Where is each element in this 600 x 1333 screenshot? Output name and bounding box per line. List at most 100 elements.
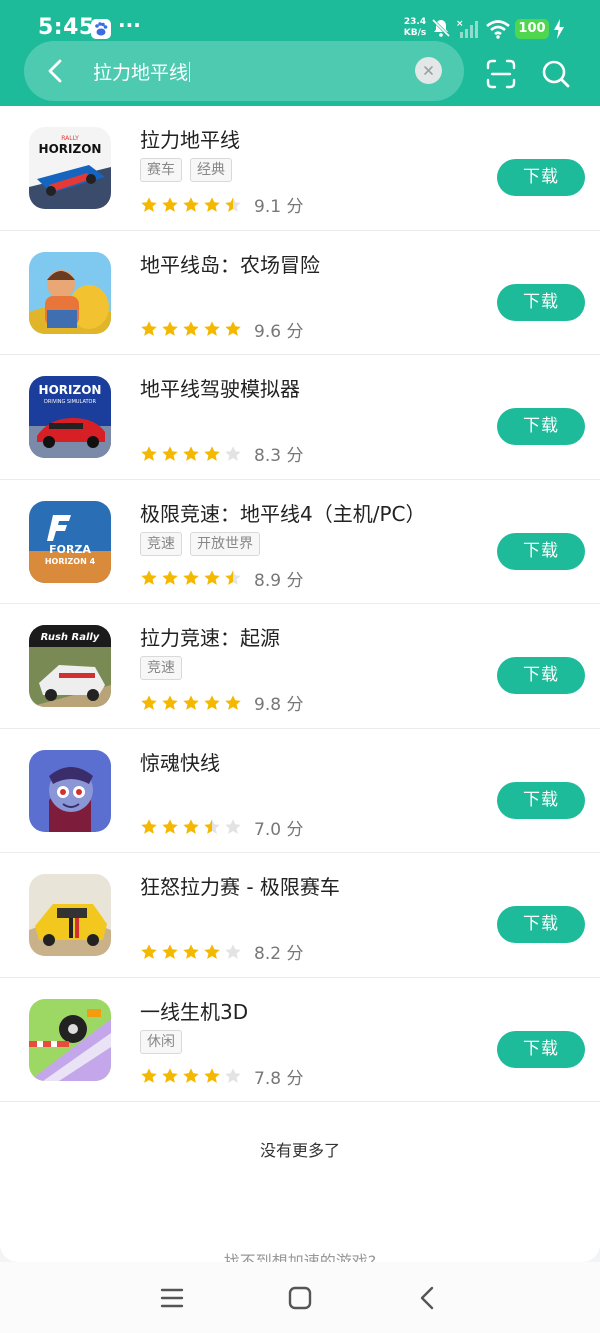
search-bar[interactable] (24, 41, 464, 101)
app-name[interactable]: 地平线岛：农场冒险 (140, 249, 320, 278)
app-name[interactable]: 地平线驾驶模拟器 (140, 373, 300, 402)
horizon-driving-icon[interactable]: HORIZON DRIVING SIMULATOR (29, 376, 111, 458)
rating-stars (140, 569, 242, 587)
app-row[interactable]: 狂怒拉力赛 - 极限赛车 8.2 分 下载 (0, 853, 600, 978)
missing-game-hint[interactable]: 找不到想加速的游戏? (0, 1248, 600, 1262)
horizon-rally-icon[interactable]: HORIZON RALLY (29, 127, 111, 209)
app-row[interactable]: FORZA HORIZON 4 极限竞速：地平线4（主机/PC） 竞速 开放世界 8… (0, 480, 600, 604)
download-button[interactable]: 下载 (497, 906, 585, 943)
rating-star-icon (225, 445, 241, 461)
rating-star-icon (225, 819, 241, 834)
rating-star-icon (162, 570, 178, 585)
charging-icon (554, 19, 564, 39)
app-tag: 经典 (190, 158, 232, 182)
rating-star-icon (162, 445, 178, 461)
app-rating: 9.8 分 (140, 690, 303, 715)
app-row[interactable]: 地平线岛：农场冒险 9.6 分 下载 (0, 231, 600, 355)
app-name[interactable]: 惊魂快线 (140, 747, 220, 776)
rating-stars (140, 943, 242, 961)
rating-star-icon (183, 1068, 199, 1083)
rating-star-icon (162, 943, 178, 959)
net-speed: 23.4 KB/s (400, 17, 430, 39)
rating-star-icon (204, 694, 220, 710)
app-tag: 开放世界 (190, 531, 260, 556)
svg-text:FORZA: FORZA (49, 543, 91, 556)
svg-text:DRIVING SIMULATOR: DRIVING SIMULATOR (44, 399, 96, 405)
app-row[interactable]: Rush Rally 拉力竞速：起源 竞速 9.8 分 下载 (0, 604, 600, 729)
app-tag: 竞速 (140, 531, 182, 556)
no-more-text: 没有更多了 (259, 1141, 340, 1160)
app-tag: 休闲 (140, 1029, 182, 1054)
svg-text:HORIZON 4: HORIZON 4 (45, 557, 96, 566)
tire-road-icon[interactable] (29, 998, 111, 1081)
app-score: 9.8 分 (254, 695, 304, 715)
download-button[interactable]: 下载 (497, 408, 585, 445)
rating-stars (140, 445, 242, 463)
back-arrow-icon[interactable] (40, 55, 72, 87)
app-row[interactable]: HORIZON RALLY 拉力地平线 赛车 经典 9.1 分 下载 (0, 106, 600, 231)
header: 5:45 ··· 23.4 KB/s × 100 拉力地平线 (0, 0, 600, 106)
search-input[interactable]: 拉力地平线 (93, 58, 191, 85)
nav-back-icon[interactable] (414, 1284, 442, 1312)
rating-star-icon (225, 694, 241, 710)
app-name[interactable]: 一线生机3D (140, 996, 248, 1025)
rating-star-icon (183, 445, 199, 461)
app-score: 8.9 分 (254, 570, 304, 591)
svg-text:×: × (456, 19, 464, 29)
download-button[interactable]: 下载 (497, 159, 585, 196)
farm-adventure-icon[interactable] (29, 251, 111, 334)
rating-stars (140, 1067, 242, 1085)
rating-star-icon (204, 943, 220, 959)
rating-star-icon (141, 196, 157, 212)
rating-star-icon (183, 943, 199, 959)
download-button[interactable]: 下载 (497, 781, 585, 819)
rating-star-icon (162, 694, 178, 710)
net-speed-value: 23.4 (403, 17, 427, 27)
app-name[interactable]: 极限竞速：地平线4（主机/PC） (140, 498, 426, 527)
app-rating: 7.0 分 (140, 815, 303, 840)
menu-icon[interactable] (158, 1284, 186, 1312)
app-rating: 9.1 分 (140, 192, 303, 217)
rating-star-icon (183, 321, 199, 336)
app-name[interactable]: 拉力地平线 (140, 124, 240, 153)
download-button[interactable]: 下载 (497, 1030, 585, 1068)
rating-star-icon (225, 321, 241, 336)
more-notifications-icon: ··· (118, 13, 141, 37)
app-score: 8.3 分 (254, 446, 304, 466)
app-rating: 8.3 分 (140, 441, 303, 466)
rating-star-icon (183, 694, 199, 710)
search-icon[interactable] (541, 59, 571, 89)
rating-stars (140, 196, 242, 214)
app-tags: 赛车 经典 (140, 158, 232, 182)
search-query: 拉力地平线 (93, 62, 189, 84)
rating-star-icon (225, 570, 241, 585)
rating-star-icon (141, 694, 157, 710)
app-name[interactable]: 拉力竞速：起源 (140, 622, 280, 651)
app-row[interactable]: 惊魂快线 7.0 分 下载 (0, 729, 600, 853)
wifi-icon (486, 20, 510, 39)
rating-star-icon (204, 321, 220, 336)
rating-star-icon (204, 445, 220, 461)
home-icon[interactable] (286, 1284, 314, 1312)
rating-star-icon (141, 1068, 157, 1083)
rating-star-icon (162, 321, 178, 336)
download-button[interactable]: 下载 (497, 283, 585, 321)
vampire-icon[interactable] (29, 749, 111, 832)
app-name[interactable]: 狂怒拉力赛 - 极限赛车 (140, 871, 340, 900)
download-button[interactable]: 下载 (497, 532, 585, 570)
rating-star-icon (141, 819, 157, 834)
forza-horizon-icon[interactable]: FORZA HORIZON 4 (29, 500, 111, 583)
rush-rally-icon[interactable]: Rush Rally (29, 625, 111, 707)
app-row[interactable]: HORIZON DRIVING SIMULATOR 地平线驾驶模拟器 8.3 分 … (0, 355, 600, 480)
app-tags: 竞速 开放世界 (140, 531, 260, 556)
app-row[interactable]: 一线生机3D 休闲 7.8 分 下载 (0, 978, 600, 1102)
clear-search-button[interactable] (415, 57, 442, 84)
status-bar: 5:45 ··· 23.4 KB/s × 100 (0, 0, 600, 44)
search-results-list: HORIZON RALLY 拉力地平线 赛车 经典 9.1 分 下载 地平线岛：农场… (0, 106, 600, 1102)
bell-muted-icon (431, 18, 451, 38)
rating-stars (140, 818, 242, 836)
baidu-app-icon (91, 19, 111, 39)
rally-car-icon[interactable] (29, 874, 111, 956)
scan-icon[interactable] (486, 59, 516, 89)
download-button[interactable]: 下载 (497, 657, 585, 694)
